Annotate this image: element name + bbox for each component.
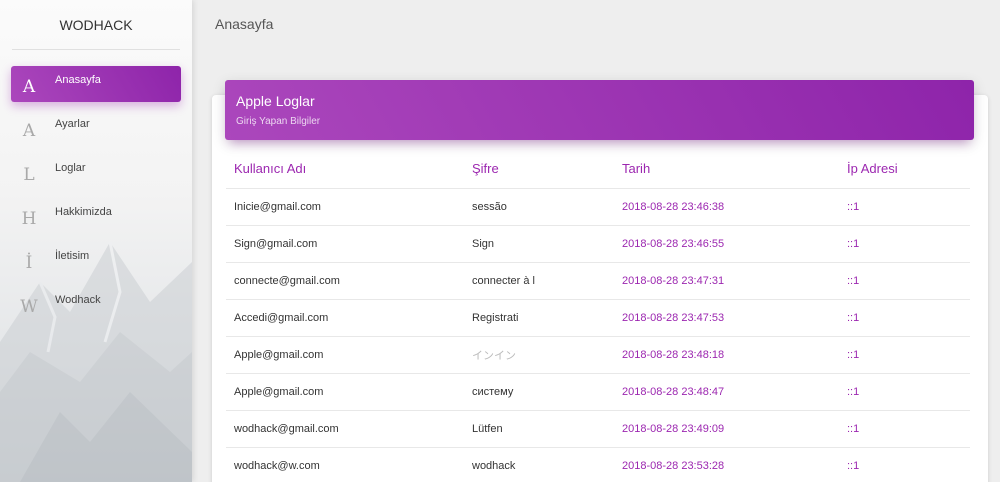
card-header: Apple Loglar Giriş Yapan Bilgiler (225, 80, 974, 140)
cell-date: 2018-08-28 23:47:53 (614, 299, 839, 337)
cell-password: Lütfen (464, 410, 614, 448)
table-row: Apple@gmail.com インイン 2018-08-28 23:48:18::… (226, 336, 970, 374)
cell-password: систему (464, 373, 614, 411)
cell-ip: ::1 (839, 188, 970, 226)
cell-date: 2018-08-28 23:46:55 (614, 225, 839, 263)
sidebar-item-ayarlar[interactable]: A Ayarlar (11, 110, 181, 146)
sidebar-item-wodhack[interactable]: W Wodhack (11, 286, 181, 322)
sidebar-item-initial: L (23, 165, 35, 185)
table-row: Inicie@gmail.com sessão 2018-08-28 23:46:3… (226, 188, 970, 226)
cell-password: wodhack (464, 447, 614, 482)
cell-ip: ::1 (839, 262, 970, 300)
cell-username: wodhack@w.com (226, 447, 464, 482)
cell-username: Accedi@gmail.com (226, 299, 464, 337)
page-title: Anasayfa (215, 16, 274, 32)
cell-username: Apple@gmail.com (226, 336, 464, 374)
cell-password: Sign (464, 225, 614, 263)
cell-date: 2018-08-28 23:47:31 (614, 262, 839, 300)
brand-logo[interactable]: WODHACK (12, 0, 180, 50)
cell-ip: ::1 (839, 410, 970, 448)
table-row: Accedi@gmail.com Registrati 2018-08-28 23:… (226, 299, 970, 337)
sidebar-item-initial: İ (25, 253, 33, 273)
cell-password: Registrati (464, 299, 614, 337)
column-header-username: Kullanıcı Adı (226, 150, 464, 189)
cell-username: wodhack@gmail.com (226, 410, 464, 448)
table-row: wodhack@gmail.com Lütfen 2018-08-28 23:49:… (226, 410, 970, 448)
sidebar-item-label: Loglar (55, 162, 86, 174)
table-row: Sign@gmail.com Sign 2018-08-28 23:46:55::1 (226, 225, 970, 263)
sidebar-item-initial: A (22, 77, 36, 97)
cell-date: 2018-08-28 23:46:38 (614, 188, 839, 226)
sidebar-item-initial: A (22, 121, 36, 141)
sidebar-item-anasayfa[interactable]: A Anasayfa (11, 66, 181, 102)
sidebar: WODHACK A Anasayfa A Ayarlar L Loglar H Hakkimi… (0, 0, 192, 482)
cell-password: インイン (464, 336, 614, 374)
sidebar-item-initial: H (21, 209, 37, 229)
sidebar-item-initial: W (20, 297, 38, 317)
sidebar-item-loglar[interactable]: L Loglar (11, 154, 181, 190)
cell-username: connecte@gmail.com (226, 262, 464, 300)
cell-ip: ::1 (839, 336, 970, 374)
cell-password: sessão (464, 188, 614, 226)
cell-username: Apple@gmail.com (226, 373, 464, 411)
card-title: Apple Loglar (236, 93, 315, 109)
column-header-ip: İp Adresi (839, 150, 970, 189)
cell-username: Inicie@gmail.com (226, 188, 464, 226)
sidebar-nav: A Anasayfa A Ayarlar L Loglar H Hakkimizda İ İlet… (11, 66, 181, 330)
cell-ip: ::1 (839, 299, 970, 337)
sidebar-item-hakkimizda[interactable]: H Hakkimizda (11, 198, 181, 234)
cell-password: connecter à l (464, 262, 614, 300)
table-row: connecte@gmail.com connecter à l 2018-08-2… (226, 262, 970, 300)
cell-username: Sign@gmail.com (226, 225, 464, 263)
sidebar-item-label: İletisim (55, 250, 90, 262)
sidebar-item-label: Wodhack (55, 294, 101, 306)
sidebar-item-label: Hakkimizda (55, 206, 112, 218)
cell-ip: ::1 (839, 447, 970, 482)
sidebar-item-label: Ayarlar (55, 118, 90, 130)
cell-date: 2018-08-28 23:48:18 (614, 336, 839, 374)
column-header-password: Şifre (464, 150, 614, 189)
cell-date: 2018-08-28 23:48:47 (614, 373, 839, 411)
cell-date: 2018-08-28 23:49:09 (614, 410, 839, 448)
table-row: wodhack@w.com wodhack 2018-08-28 23:53:28:… (226, 447, 970, 482)
table-header-row: Kullanıcı Adı Şifre Tarih İp Adresi (226, 150, 970, 189)
cell-date: 2018-08-28 23:53:28 (614, 447, 839, 482)
sidebar-item-label: Anasayfa (55, 74, 101, 86)
cell-ip: ::1 (839, 225, 970, 263)
card-subtitle: Giriş Yapan Bilgiler (236, 116, 321, 127)
column-header-date: Tarih (614, 150, 839, 189)
table-row: Apple@gmail.com систему 2018-08-28 23:48:4… (226, 373, 970, 411)
cell-ip: ::1 (839, 373, 970, 411)
sidebar-item-i̇letisim[interactable]: İ İletisim (11, 242, 181, 278)
logs-table: Kullanıcı Adı Şifre Tarih İp Adresi Inic… (226, 150, 970, 482)
